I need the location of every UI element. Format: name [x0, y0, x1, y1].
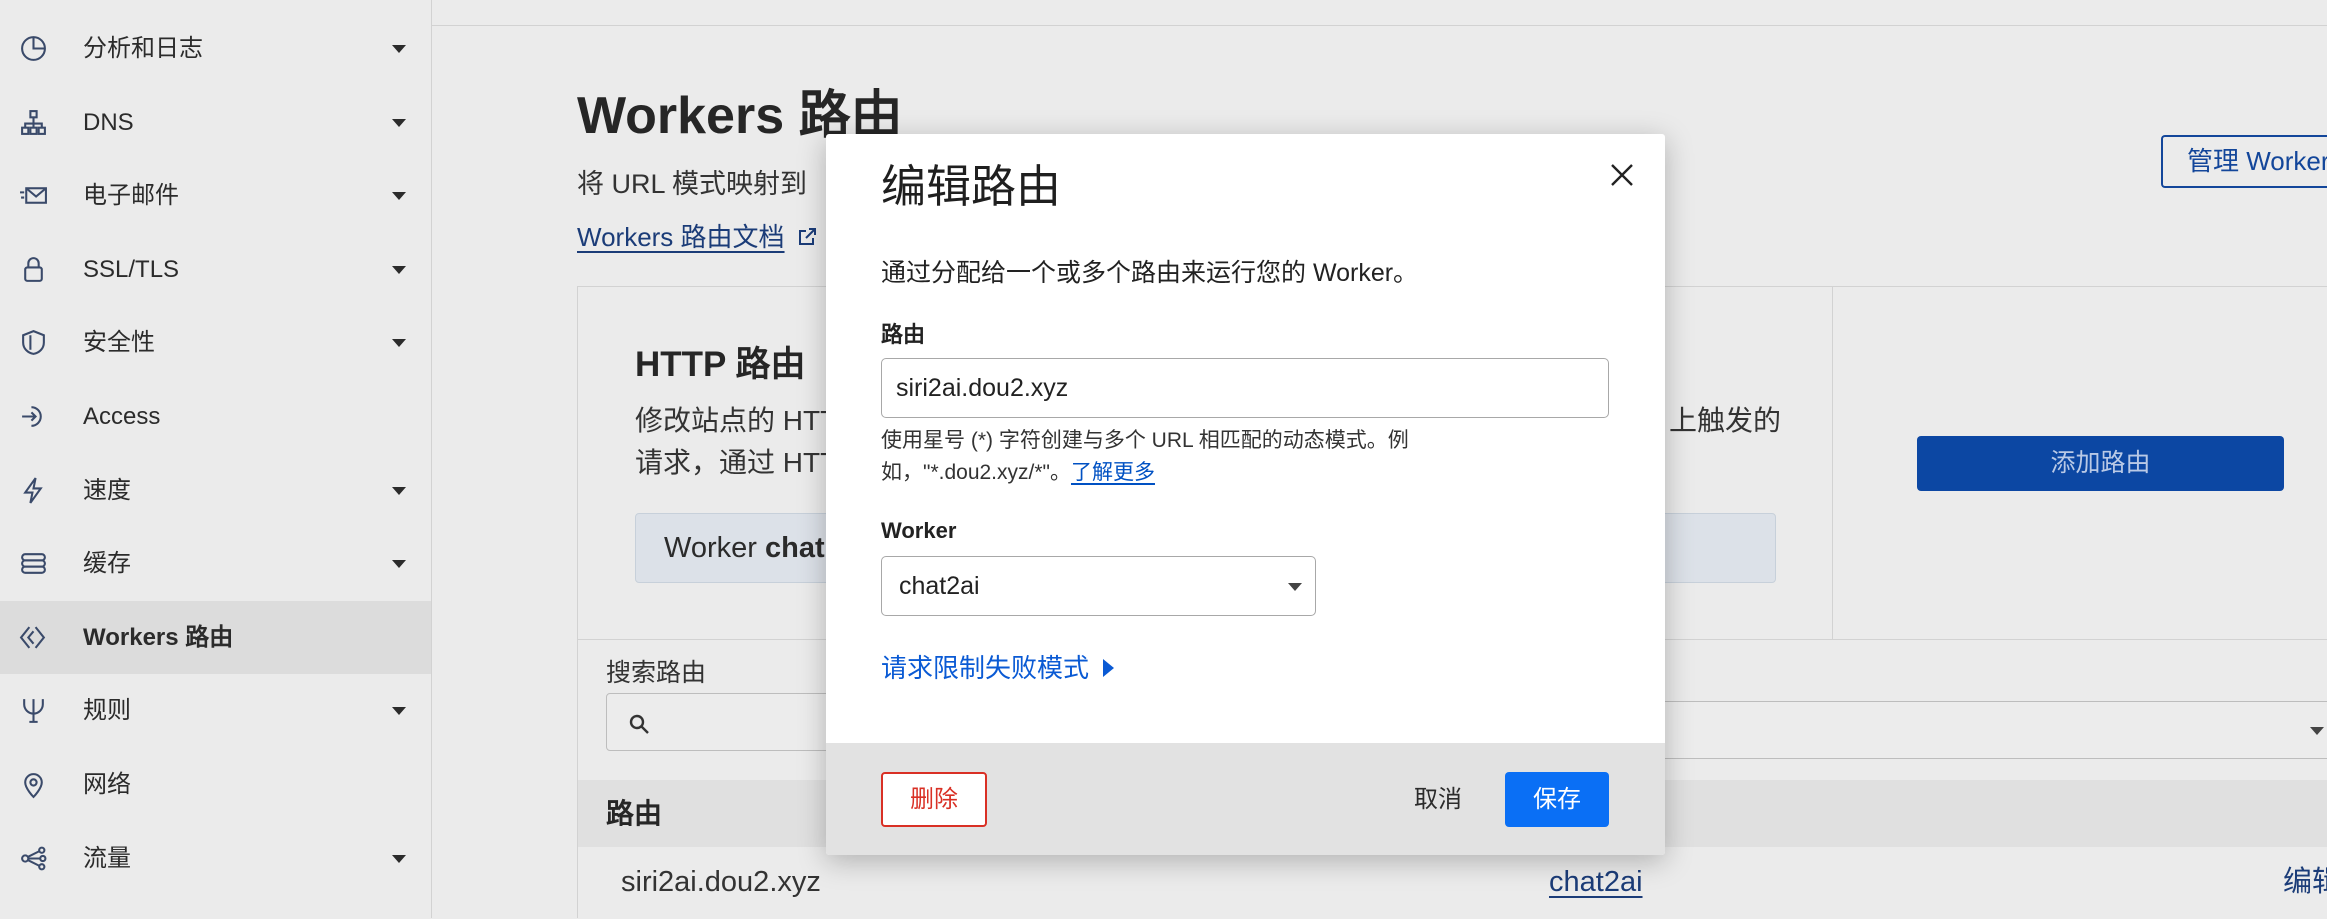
pie-chart-icon [21, 36, 46, 61]
sidebar-item-label: 安全性 [83, 329, 155, 357]
sidebar-item-label: 流量 [83, 844, 131, 872]
lock-icon [24, 256, 43, 282]
sidebar-item-label: 缓存 [83, 550, 131, 578]
chevron-down-icon[interactable] [392, 486, 406, 495]
edit-link[interactable]: 编辑 [2283, 849, 2327, 915]
edit-route-dialog: 编辑路由 通过分配给一个或多个路由来运行您的 Worker。 路由 siri2a… [826, 134, 1665, 855]
sidebar: 分析和日志 DNS 电子邮件 SSL/TLS 安全性 Access 速度 缓存 … [0, 0, 432, 918]
external-link-icon [798, 228, 816, 245]
worker-select[interactable]: chat2ai [881, 556, 1316, 616]
chevron-down-icon[interactable] [392, 118, 406, 127]
chevron-down-icon[interactable] [392, 45, 406, 53]
manage-workers-button[interactable]: 管理 Worker [2161, 135, 2327, 188]
chevron-down-icon [2310, 727, 2324, 735]
chevron-down-icon[interactable] [392, 854, 406, 863]
sidebar-item-label: 速度 [83, 476, 131, 504]
route-help-example: 如，"*.dou2.xyz/*"。 [881, 461, 1071, 484]
access-icon [22, 406, 42, 427]
traffic-icon [21, 846, 47, 870]
worker-notice-name: chat [764, 532, 825, 564]
shield-icon [22, 330, 45, 356]
chevron-down-icon[interactable] [392, 707, 406, 716]
sidebar-item-label: 网络 [83, 770, 131, 798]
docs-link-wrapper[interactable]: Workers 路由文档 [577, 221, 817, 253]
chevron-down-icon[interactable] [392, 339, 406, 348]
worker-select-value: chat2ai [899, 572, 980, 600]
worker-field-label: Worker [881, 518, 957, 543]
envelope-icon [20, 187, 47, 204]
rules-icon [23, 699, 44, 724]
fail-mode-link[interactable]: 请求限制失败模式 [881, 652, 1089, 684]
route-input[interactable]: siri2ai.dou2.xyz [881, 358, 1609, 418]
http-routes-desc-line1: 修改站点的 HTT [635, 405, 838, 436]
sidebar-item-label: 电子邮件 [83, 182, 179, 210]
sidebar-item-cache[interactable]: 缓存 [0, 527, 431, 601]
sidebar-item-label: 规则 [83, 697, 131, 725]
close-icon[interactable] [1608, 161, 1636, 189]
sidebar-item-rules[interactable]: 规则 [0, 674, 431, 748]
sidebar-item-speed[interactable]: 速度 [0, 454, 431, 528]
sidebar-item-traffic[interactable]: 流量 [0, 822, 431, 896]
sidebar-item-access[interactable]: Access [0, 380, 431, 454]
chevron-down-icon[interactable] [392, 265, 406, 274]
sidebar-item-email[interactable]: 电子邮件 [0, 159, 431, 233]
sidebar-item-ssl-tls[interactable]: SSL/TLS [0, 233, 431, 307]
top-bar-divider [432, 25, 2327, 26]
save-button[interactable]: 保存 [1505, 772, 1609, 827]
sidebar-item-label: SSL/TLS [83, 255, 180, 283]
worker-notice-prefix: Worker [664, 532, 757, 564]
chevron-down-icon [1288, 583, 1302, 591]
worker-link[interactable]: chat2ai [1549, 849, 1643, 915]
dialog-title: 编辑路由 [881, 161, 1062, 212]
dialog-description: 通过分配给一个或多个路由来运行您的 Worker。 [881, 259, 1419, 287]
page-subtitle: 将 URL 模式映射到 [577, 169, 808, 199]
route-help-line1: 使用星号 (*) 字符创建与多个 URL 相匹配的动态模式。例 [881, 429, 1409, 452]
http-routes-desc-right: 上触发的 [1669, 405, 1782, 436]
route-cell: siri2ai.dou2.xyz [621, 866, 821, 898]
sidebar-item-workers-routes[interactable]: Workers 路由 [0, 600, 431, 675]
sidebar-nav: 分析和日志 DNS 电子邮件 SSL/TLS 安全性 Access 速度 缓存 … [0, 12, 431, 895]
card-vertical-divider [1832, 287, 1833, 639]
table-row: siri2ai.dou2.xyz chat2ai 编辑 [578, 849, 2327, 919]
sidebar-item-network[interactable]: 网络 [0, 748, 431, 822]
sidebar-item-label: Workers 路由 [83, 623, 234, 651]
http-routes-heading: HTTP 路由 [635, 345, 806, 384]
lightning-icon [23, 477, 43, 504]
network-icon [21, 109, 46, 135]
sidebar-item-label: DNS [83, 108, 134, 136]
delete-button[interactable]: 删除 [881, 772, 987, 827]
sidebar-item-dns[interactable]: DNS [0, 86, 431, 160]
search-icon [629, 714, 649, 734]
location-pin-icon [24, 773, 43, 799]
http-routes-desc-line2: 请求，通过 HTT [635, 447, 838, 478]
cancel-button[interactable]: 取消 [1408, 772, 1468, 827]
sidebar-item-label: Access [83, 402, 161, 430]
caret-right-icon[interactable] [1103, 659, 1115, 677]
search-label: 搜索路由 [606, 659, 707, 687]
learn-more-link[interactable]: 了解更多 [1071, 461, 1155, 484]
cache-icon [21, 553, 46, 575]
sidebar-item-label: 分析和日志 [83, 35, 203, 62]
sidebar-item-analytics[interactable]: 分析和日志 [0, 12, 431, 86]
chevron-down-icon[interactable] [392, 560, 406, 569]
workers-icon [19, 626, 46, 649]
chevron-down-icon[interactable] [392, 192, 406, 201]
add-route-button[interactable]: 添加路由 [1917, 436, 2284, 491]
fail-mode-toggle[interactable]: 请求限制失败模式 [881, 652, 1115, 684]
route-field-label: 路由 [881, 322, 926, 347]
docs-link[interactable]: Workers 路由文档 [577, 221, 785, 253]
dialog-footer: 删除 取消 保存 [826, 743, 1665, 855]
route-help-line2: 如，"*.dou2.xyz/*"。了解更多 [881, 459, 1155, 487]
column-header-route: 路由 [606, 798, 663, 829]
sidebar-item-security[interactable]: 安全性 [0, 306, 431, 380]
